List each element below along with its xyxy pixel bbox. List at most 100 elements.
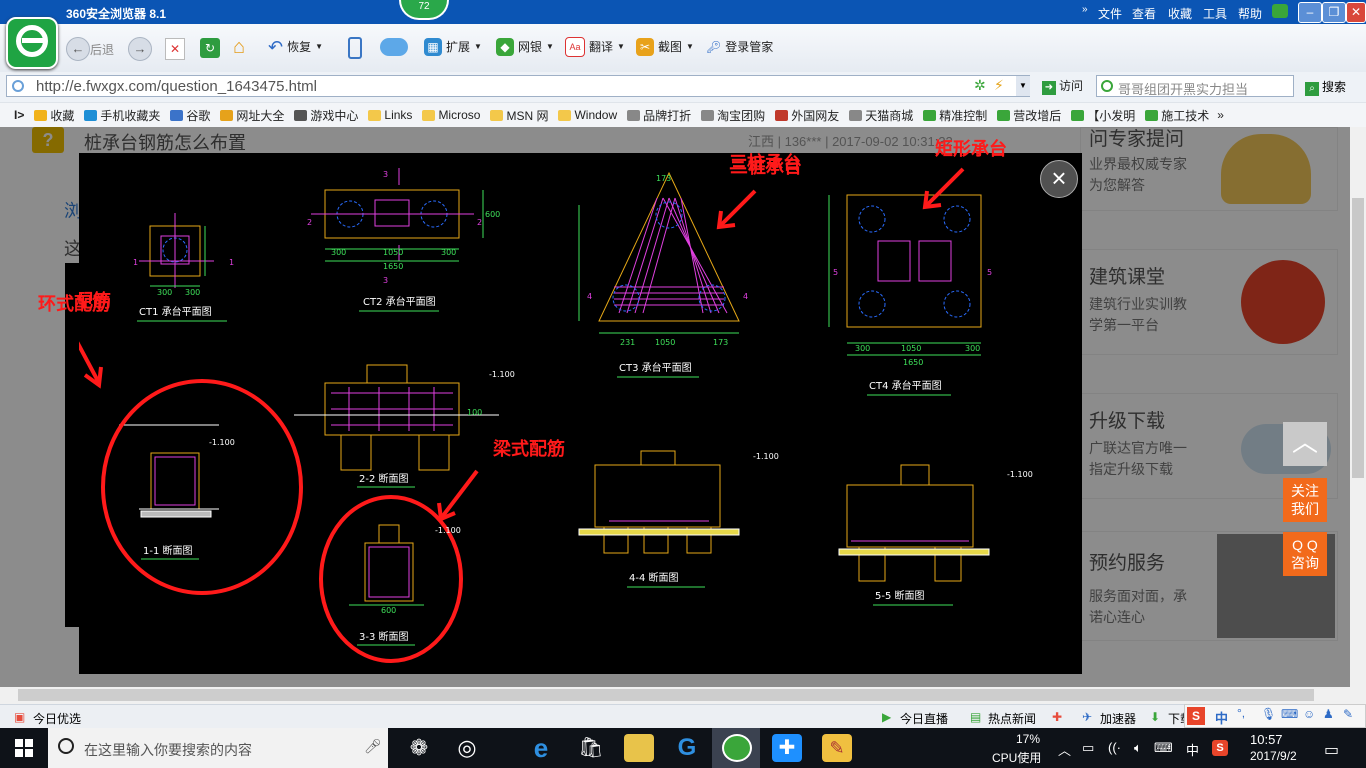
bookmark-icon <box>997 109 1011 121</box>
user-icon[interactable]: ☺ <box>1303 707 1315 721</box>
back-to-top-button[interactable]: ︿ <box>1283 422 1327 466</box>
shirt-icon[interactable]: ♟ <box>1323 707 1334 721</box>
clock-date[interactable]: 2017/9/2 <box>1250 749 1297 763</box>
edge-icon[interactable]: e <box>526 734 556 762</box>
close-lightbox-icon[interactable]: × <box>1040 160 1078 198</box>
search-engine-icon[interactable] <box>1101 80 1113 92</box>
microphone-icon[interactable]: 🎤︎ <box>364 738 382 755</box>
visit-button[interactable]: ➜ 访问 <box>1042 77 1083 95</box>
sidebar-toggle-icon[interactable]: I> <box>14 108 24 122</box>
windows-start-icon[interactable] <box>15 739 33 757</box>
forward-arrow-icon[interactable]: → <box>128 37 152 61</box>
keyboard-icon[interactable]: ⌨ <box>1281 707 1298 721</box>
volume-icon[interactable]: 🔈︎ <box>1134 740 1142 756</box>
tray-device-icon[interactable]: ▭ <box>1082 740 1094 756</box>
task-view-icon[interactable]: ❁ <box>404 734 434 762</box>
live-icon[interactable]: ▶ <box>882 710 891 724</box>
skin-icon[interactable] <box>1272 4 1288 18</box>
360-browser-task-icon[interactable] <box>722 734 752 762</box>
bookmark-item[interactable]: 【小发明 <box>1071 107 1135 124</box>
bookmark-item[interactable]: Links <box>368 107 412 124</box>
tray-chevron-up-icon[interactable]: ︿ <box>1058 740 1071 759</box>
home-icon[interactable]: ⌂ <box>233 36 257 58</box>
ime-lang[interactable]: 中 <box>1215 708 1228 727</box>
clock-time[interactable]: 10:57 <box>1250 732 1283 747</box>
bookmark-item[interactable]: Window <box>558 107 617 124</box>
bookmark-item[interactable]: 施工技术 <box>1145 107 1209 124</box>
wrench-icon[interactable]: ✎ <box>1343 707 1353 721</box>
download-icon[interactable]: ⬇ <box>1150 710 1160 724</box>
minimize-button[interactable]: – <box>1298 2 1322 23</box>
cloud-icon[interactable] <box>380 38 408 56</box>
menu-tools[interactable]: 工具 <box>1203 5 1227 22</box>
follow-us-button[interactable]: 关注 我们 <box>1283 478 1327 522</box>
g-app-icon[interactable]: G <box>672 734 702 762</box>
secure-icon[interactable]: ✲ <box>974 77 986 94</box>
store-icon[interactable]: 🛍︎ <box>576 734 606 762</box>
plus-icon[interactable]: ✚ <box>1052 710 1062 724</box>
bookmark-item[interactable]: 精准控制 <box>923 107 987 124</box>
menu-more-icon[interactable]: » <box>1082 4 1088 15</box>
translate-button[interactable]: Aa 翻译 ▼ <box>565 36 625 58</box>
search-placeholder[interactable]: 哥哥组团开黑实力担当 <box>1118 79 1248 98</box>
keyboard-tray-icon[interactable]: ⌨ <box>1154 740 1173 756</box>
vertical-scroll-thumb[interactable] <box>1352 198 1364 478</box>
restore-button[interactable]: ↶ 恢复 ▼ <box>268 36 323 58</box>
news-link[interactable]: 热点新闻 <box>988 710 1036 727</box>
mic-icon[interactable]: 🎙︎ <box>1261 707 1276 721</box>
menu-help[interactable]: 帮助 <box>1238 5 1262 22</box>
bookmark-item[interactable]: 谷歌 <box>170 107 210 124</box>
tray-lang[interactable]: 中 <box>1186 740 1199 759</box>
back-label[interactable]: 后退 <box>90 41 114 58</box>
url-dropdown-icon[interactable]: ▼ <box>1016 76 1030 96</box>
today-pick-icon[interactable]: ▣ <box>14 710 25 724</box>
refresh-icon[interactable]: ↻ <box>200 38 220 58</box>
lightning-icon[interactable]: ⚡ <box>994 77 1004 94</box>
qq-consult-button[interactable]: Q Q 咨询 <box>1283 532 1327 576</box>
url-text[interactable]: http://e.fwxgx.com/question_1643475.html <box>36 78 317 95</box>
horizontal-scroll-thumb[interactable] <box>18 689 1314 701</box>
login-manager-button[interactable]: 🔑︎ 登录管家 <box>706 36 773 58</box>
live-link[interactable]: 今日直播 <box>900 710 948 727</box>
more-bookmarks-icon[interactable]: » <box>1217 108 1224 122</box>
extend-button[interactable]: ▦ 扩展 ▼ <box>424 36 482 58</box>
notepad-app-icon[interactable]: ✎ <box>822 734 852 762</box>
close-window-button[interactable]: ✕ <box>1346 2 1366 23</box>
maximize-button[interactable]: ❐ <box>1322 2 1346 23</box>
bookmark-item[interactable]: 游戏中心 <box>294 107 358 124</box>
punct-icon[interactable]: °, <box>1237 706 1245 720</box>
bookmark-item[interactable]: MSN 网 <box>490 107 548 124</box>
menu-file[interactable]: 文件 <box>1098 5 1122 22</box>
bookmark-item[interactable]: 网址大全 <box>220 107 284 124</box>
menu-favorites[interactable]: 收藏 <box>1168 5 1192 22</box>
bookmark-item[interactable]: 品牌打折 <box>627 107 691 124</box>
bookmark-item[interactable]: 手机收藏夹 <box>84 107 160 124</box>
menu-view[interactable]: 查看 <box>1132 5 1156 22</box>
wifi-icon[interactable]: ((· <box>1108 740 1121 755</box>
plus-app-icon[interactable]: ✚ <box>772 734 802 762</box>
notification-center-icon[interactable]: ▭ <box>1324 740 1339 760</box>
speed-link[interactable]: 加速器 <box>1100 710 1136 727</box>
stop-icon[interactable]: ✕ <box>165 38 185 60</box>
screenshot-button[interactable]: ✂ 截图 ▼ <box>636 36 694 58</box>
sogou-tray-icon[interactable]: S <box>1212 740 1228 756</box>
taskbar-search-field[interactable]: 在这里输入你要搜索的内容 🎤︎ <box>48 728 388 768</box>
bookmark-item[interactable]: 收藏 <box>34 107 74 124</box>
mobile-icon[interactable] <box>348 37 362 59</box>
search-button[interactable]: ⌕ 搜索 <box>1305 78 1346 96</box>
bookmark-item[interactable]: 营改增后 <box>997 107 1061 124</box>
today-pick-link[interactable]: 今日优选 <box>33 710 81 727</box>
browser-swirl-icon[interactable]: ◎ <box>452 734 482 762</box>
explorer-folder-icon[interactable] <box>624 734 654 762</box>
browser-logo-icon[interactable] <box>6 17 58 69</box>
news-icon[interactable]: ▤ <box>970 710 981 724</box>
ime-toolbar[interactable]: S 中 °, 🎙︎ ⌨ ☺ ♟ ✎ <box>1184 704 1366 728</box>
bookmark-item[interactable]: Microso <box>422 107 480 124</box>
back-arrow-icon[interactable]: ← <box>66 37 90 61</box>
bank-button[interactable]: ◆ 网银 ▼ <box>496 36 554 58</box>
bookmark-item[interactable]: 外国网友 <box>775 107 839 124</box>
bookmark-icon <box>294 109 308 121</box>
speed-icon[interactable]: ✈ <box>1082 710 1092 724</box>
bookmark-item[interactable]: 淘宝团购 <box>701 107 765 124</box>
bookmark-item[interactable]: 天猫商城 <box>849 107 913 124</box>
